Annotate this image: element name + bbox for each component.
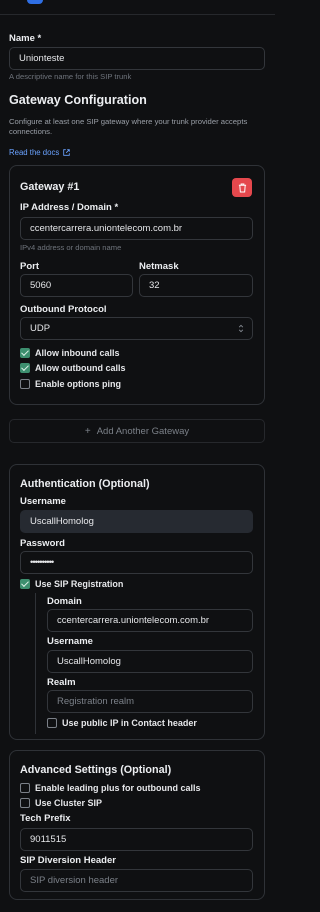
checkbox-checked-icon xyxy=(20,363,30,373)
diversion-label: SIP Diversion Header xyxy=(20,855,116,866)
checkbox-unchecked-icon xyxy=(20,783,30,793)
tech-prefix-input[interactable]: 9011515 xyxy=(20,828,253,851)
advanced-title: Advanced Settings (Optional) xyxy=(20,764,172,776)
ip-hint: IPv4 address or domain name xyxy=(20,243,122,252)
public-ip-label: Use public IP in Contact header xyxy=(62,718,197,728)
checkbox-checked-icon xyxy=(20,579,30,589)
leading-plus-label: Enable leading plus for outbound calls xyxy=(35,783,201,793)
reg-username-input[interactable]: UscallHomolog xyxy=(47,650,253,673)
domain-input[interactable]: ccentercarrera.uniontelecom.com.br xyxy=(47,609,253,632)
trash-icon xyxy=(238,182,246,193)
domain-label: Domain xyxy=(47,596,82,607)
checkbox-unchecked-icon xyxy=(20,798,30,808)
leading-plus-checkbox[interactable]: Enable leading plus for outbound calls xyxy=(20,783,201,793)
cluster-sip-checkbox[interactable]: Use Cluster SIP xyxy=(20,798,102,808)
sip-registration-checkbox[interactable]: Use SIP Registration xyxy=(20,579,123,589)
name-label: Name * xyxy=(9,33,42,44)
netmask-label: Netmask xyxy=(139,261,179,272)
realm-input[interactable]: Registration realm xyxy=(47,690,253,713)
top-button-partial[interactable] xyxy=(27,0,43,4)
add-gateway-button[interactable]: + Add Another Gateway xyxy=(9,419,265,443)
gateway-config-description: Configure at least one SIP gateway where… xyxy=(9,117,248,136)
tech-prefix-label: Tech Prefix xyxy=(20,813,71,824)
docs-link[interactable]: Read the docs xyxy=(9,148,71,157)
gateway-config-title: Gateway Configuration xyxy=(9,93,147,107)
add-gateway-label: Add Another Gateway xyxy=(96,425,190,437)
divider xyxy=(0,14,275,15)
name-hint: A descriptive name for this SIP trunk xyxy=(9,72,132,81)
options-ping-label: Enable options ping xyxy=(35,379,121,389)
gateway-title: Gateway #1 xyxy=(20,181,80,193)
checkbox-unchecked-icon xyxy=(47,718,57,728)
checkbox-checked-icon xyxy=(20,348,30,358)
options-ping-checkbox[interactable]: Enable options ping xyxy=(20,379,121,389)
diversion-input[interactable]: SIP diversion header xyxy=(20,869,253,892)
auth-username-input[interactable]: UscallHomolog xyxy=(20,510,253,533)
allow-inbound-label: Allow inbound calls xyxy=(35,348,120,358)
plus-icon: + xyxy=(84,425,91,437)
auth-password-label: Password xyxy=(20,538,65,549)
auth-title: Authentication (Optional) xyxy=(20,478,150,490)
netmask-input[interactable]: 32 xyxy=(139,274,253,297)
reg-username-label: Username xyxy=(47,636,93,647)
protocol-value: UDP xyxy=(30,323,51,334)
docs-link-text: Read the docs xyxy=(9,148,60,157)
protocol-select[interactable]: UDP xyxy=(20,317,253,340)
port-input[interactable]: 5060 xyxy=(20,274,133,297)
sip-registration-label: Use SIP Registration xyxy=(35,579,124,589)
chevron-up-down-icon xyxy=(238,324,244,333)
name-input[interactable]: Unionteste xyxy=(9,47,265,70)
auth-username-label: Username xyxy=(20,496,66,507)
allow-inbound-checkbox[interactable]: Allow inbound calls xyxy=(20,348,120,358)
public-ip-checkbox[interactable]: Use public IP in Contact header xyxy=(47,718,197,728)
delete-gateway-button[interactable] xyxy=(232,178,252,197)
realm-label: Realm xyxy=(47,677,76,688)
ip-input[interactable]: ccentercarrera.uniontelecom.com.br xyxy=(20,217,253,240)
checkbox-unchecked-icon xyxy=(20,379,30,389)
registration-indent-line xyxy=(35,593,36,734)
cluster-sip-label: Use Cluster SIP xyxy=(35,798,103,808)
protocol-label: Outbound Protocol xyxy=(20,304,107,315)
allow-outbound-checkbox[interactable]: Allow outbound calls xyxy=(20,363,126,373)
auth-password-input[interactable]: •••••••••• xyxy=(20,551,253,574)
ip-label: IP Address / Domain * xyxy=(20,202,119,213)
allow-outbound-label: Allow outbound calls xyxy=(35,363,126,373)
external-link-icon xyxy=(63,149,71,156)
port-label: Port xyxy=(20,261,39,272)
